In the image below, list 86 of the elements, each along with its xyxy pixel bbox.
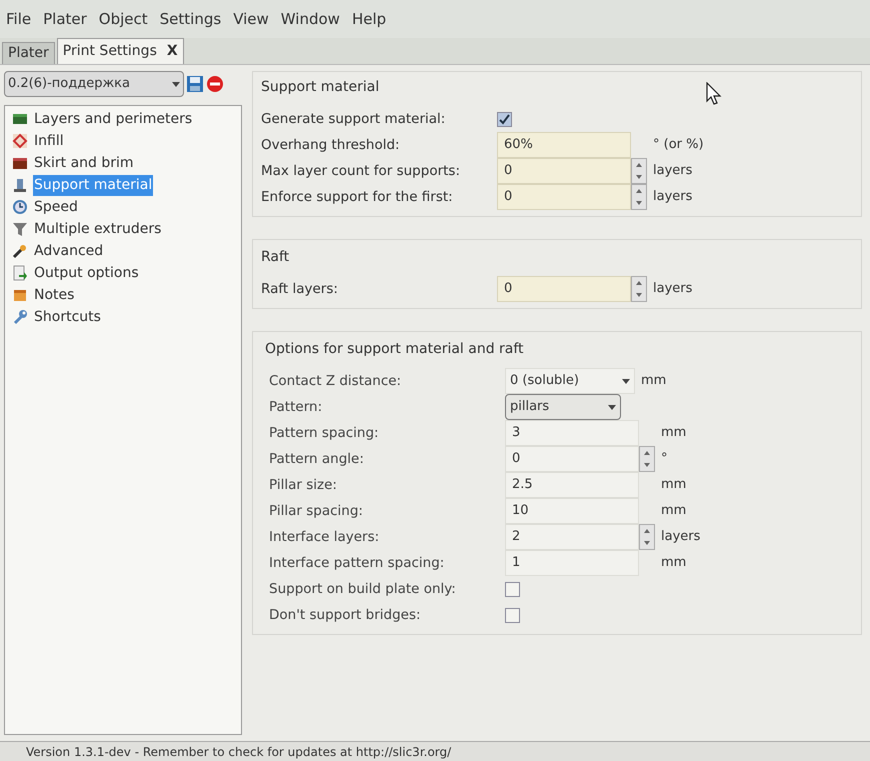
field-label: Pattern: bbox=[269, 398, 324, 417]
category-icon bbox=[11, 155, 29, 171]
field-label: Pillar size: bbox=[269, 476, 338, 495]
field-label: Pillar spacing: bbox=[269, 502, 364, 521]
input-field[interactable]: 2 bbox=[505, 524, 639, 550]
category-item[interactable]: Notes bbox=[33, 284, 76, 306]
menu-item[interactable]: View bbox=[227, 8, 275, 30]
spin-buttons[interactable] bbox=[639, 446, 655, 472]
unit-label: mm bbox=[641, 372, 666, 390]
field-label: Enforce support for the first: bbox=[261, 188, 454, 207]
menu-item[interactable]: Help bbox=[346, 8, 392, 30]
category-item[interactable]: Infill bbox=[33, 130, 65, 152]
field-label: Raft layers: bbox=[261, 280, 339, 299]
spin-buttons[interactable] bbox=[631, 184, 647, 210]
category-icon bbox=[11, 177, 29, 193]
field-label: Interface pattern spacing: bbox=[269, 554, 446, 573]
category-icon bbox=[11, 309, 29, 325]
input-field[interactable]: 0 bbox=[497, 276, 631, 302]
menu-item[interactable]: Window bbox=[274, 8, 346, 30]
caret-icon bbox=[608, 404, 616, 410]
field-label: Contact Z distance: bbox=[269, 372, 402, 391]
field-label: Max layer count for supports: bbox=[261, 162, 462, 181]
caret-icon bbox=[172, 82, 180, 86]
field-label: Pattern spacing: bbox=[269, 424, 380, 443]
unit-label: layers bbox=[653, 280, 692, 298]
menu-item[interactable]: Object bbox=[92, 8, 154, 30]
category-icon bbox=[11, 287, 29, 303]
category-item[interactable]: Layers and perimeters bbox=[33, 108, 194, 130]
menu-item[interactable]: Settings bbox=[154, 8, 228, 30]
close-icon[interactable]: X bbox=[166, 41, 178, 62]
save-icon[interactable] bbox=[186, 75, 204, 93]
category-icon bbox=[11, 133, 29, 149]
category-icon bbox=[11, 111, 29, 127]
input-field[interactable]: 1 bbox=[505, 550, 639, 576]
field-label: Overhang threshold: bbox=[261, 136, 401, 155]
status-bar: Version 1.3.1-dev - Remember to check for updates at http://slic3r.org/ bbox=[0, 741, 870, 761]
category-icon bbox=[11, 243, 29, 259]
field-label: Generate support material: bbox=[261, 110, 446, 129]
input-field[interactable]: 2.5 bbox=[505, 472, 639, 498]
unit-label: layers bbox=[653, 162, 692, 180]
section-title: Raft bbox=[260, 248, 290, 266]
category-item[interactable]: Multiple extruders bbox=[33, 218, 162, 240]
category-item[interactable]: Output options bbox=[33, 262, 140, 284]
unit-label: ° bbox=[661, 450, 668, 468]
category-item[interactable]: Shortcuts bbox=[33, 306, 102, 328]
menu-item[interactable]: File bbox=[0, 8, 38, 30]
field-label: Support on build plate only: bbox=[269, 580, 457, 599]
menu-item[interactable]: Plater bbox=[37, 8, 93, 30]
category-item[interactable]: Speed bbox=[33, 196, 79, 218]
unit-label: mm bbox=[661, 502, 686, 520]
spin-buttons[interactable] bbox=[639, 524, 655, 550]
spin-buttons[interactable] bbox=[631, 276, 647, 302]
dropdown[interactable]: 0 (soluble) bbox=[505, 368, 635, 394]
input-field[interactable]: 10 bbox=[505, 498, 639, 524]
tab[interactable]: Print Settings X bbox=[56, 38, 184, 64]
preset-dropdown[interactable]: 0.2(6)-поддержка bbox=[4, 71, 184, 97]
section-title: Options for support material and raft bbox=[264, 340, 524, 358]
unit-label: layers bbox=[653, 188, 692, 206]
checkbox[interactable] bbox=[497, 112, 512, 126]
category-icon bbox=[11, 265, 29, 281]
input-field[interactable]: 0 bbox=[497, 184, 631, 210]
spin-buttons[interactable] bbox=[631, 158, 647, 184]
cursor-icon bbox=[706, 82, 722, 106]
category-item[interactable]: Advanced bbox=[33, 240, 104, 262]
category-icon bbox=[11, 221, 29, 237]
field-label: Don't support bridges: bbox=[269, 606, 422, 625]
unit-label: mm bbox=[661, 554, 686, 572]
unit-label: layers bbox=[661, 528, 700, 546]
delete-icon[interactable] bbox=[206, 75, 224, 93]
input-field[interactable]: 60% bbox=[497, 132, 631, 158]
checkbox[interactable] bbox=[505, 608, 520, 622]
unit-label: mm bbox=[661, 476, 686, 494]
unit-label: mm bbox=[661, 424, 686, 442]
field-label: Interface layers: bbox=[269, 528, 380, 547]
input-field[interactable]: 0 bbox=[505, 446, 639, 472]
category-item[interactable]: Skirt and brim bbox=[33, 152, 135, 174]
section-title: Support material bbox=[260, 78, 380, 96]
field-label: Pattern angle: bbox=[269, 450, 365, 469]
tab[interactable]: Plater bbox=[2, 42, 55, 64]
checkbox[interactable] bbox=[505, 582, 520, 596]
input-field[interactable]: 0 bbox=[497, 158, 631, 184]
input-field[interactable]: 3 bbox=[505, 420, 639, 446]
unit-label: ° (or %) bbox=[653, 136, 704, 154]
category-icon bbox=[11, 199, 29, 215]
caret-icon bbox=[622, 378, 630, 384]
dropdown[interactable]: pillars bbox=[505, 394, 621, 420]
